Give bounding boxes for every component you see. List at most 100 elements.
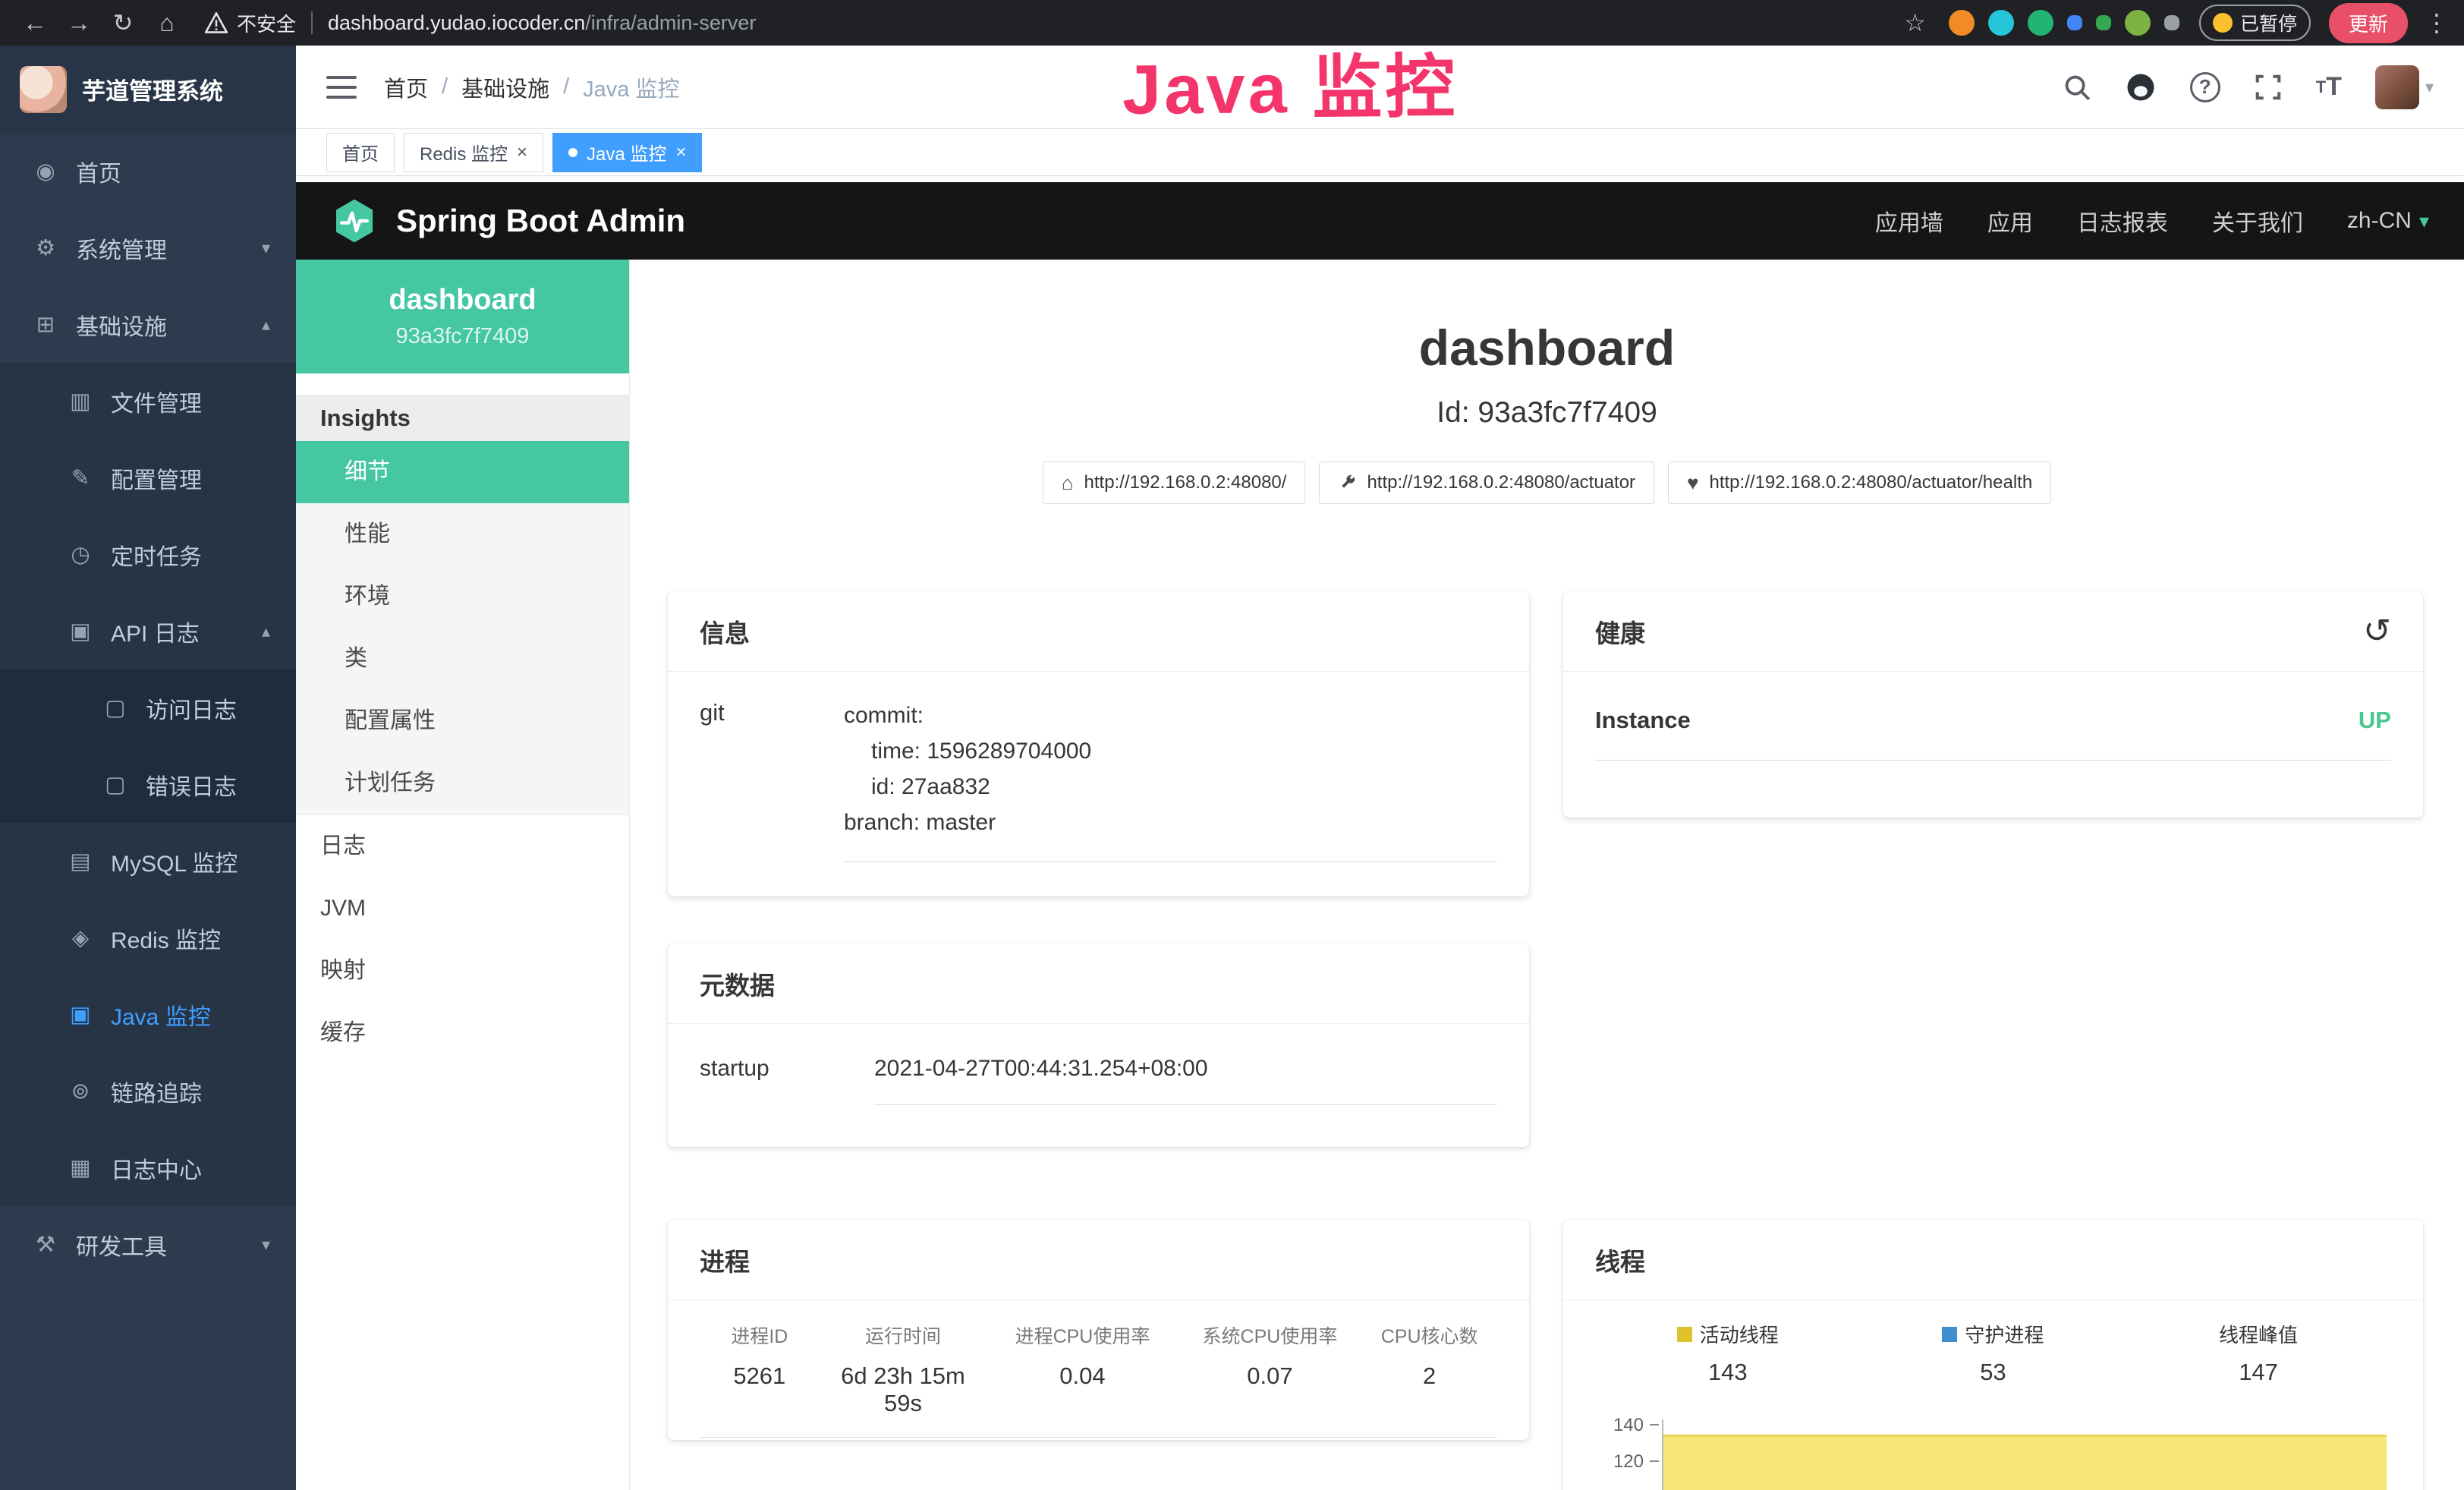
insights-group-label: Insights (296, 395, 629, 441)
sba-menu-caches[interactable]: 缓存 (296, 1002, 629, 1064)
threads-chart: 140 120 100 (1595, 1412, 2391, 1490)
extension-switch-on-icon[interactable] (2096, 15, 2111, 30)
breadcrumb: 首页 / 基础设施 / Java 监控 (384, 71, 679, 103)
log-icon: ▣ (67, 618, 94, 644)
log-center-icon: ▦ (67, 1155, 94, 1181)
sba-nav-about[interactable]: 关于我们 (2212, 204, 2303, 238)
sba-header: Spring Boot Admin 应用墙 应用 日志报表 关于我们 zh-CN… (296, 182, 2464, 260)
forward-icon[interactable]: → (59, 9, 99, 37)
metadata-card-title: 元数据 (668, 943, 1529, 1024)
infrastructure-icon: ⊞ (32, 311, 59, 338)
sba-nav-journal[interactable]: 日志报表 (2077, 204, 2168, 238)
instance-title: dashboard (630, 319, 2464, 376)
sba-menu-jvm[interactable]: JVM (296, 877, 629, 940)
reload-icon[interactable]: ↻ (103, 8, 143, 37)
sba-content: dashboard Id: 93a3fc7f7409 ⌂ http://192.… (630, 260, 2464, 1490)
history-icon[interactable]: ↺ (2363, 615, 2391, 648)
chrome-update-button[interactable]: 更新 (2329, 3, 2408, 43)
wrench-icon (1338, 474, 1356, 492)
extension-leaf-icon[interactable] (2125, 10, 2151, 36)
fullscreen-icon[interactable] (2254, 73, 2283, 102)
sidebar-item-java-monitor[interactable]: ▣ Java 监控 (0, 976, 296, 1053)
sidebar-item-mysql[interactable]: ▤ MySQL 监控 (0, 823, 296, 899)
search-icon[interactable] (2063, 73, 2091, 102)
sidebar-item-system[interactable]: ⚙ 系统管理 ▾ (0, 209, 296, 286)
health-url-link[interactable]: ♥ http://192.168.0.2:48080/actuator/heal… (1668, 461, 2051, 504)
font-size-icon[interactable]: TT (2316, 72, 2342, 102)
threads-card-title: 线程 (1563, 1220, 2423, 1300)
warning-triangle-icon (205, 12, 228, 33)
sidebar-item-api-log[interactable]: ▣ API 日志 ▴ (0, 593, 296, 669)
sidebar-item-access-log[interactable]: ▢ 访问日志 (0, 669, 296, 746)
sidebar-item-home[interactable]: ◉ 首页 (0, 133, 296, 209)
tools-icon: ⚒ (32, 1231, 59, 1258)
sba-brand[interactable]: Spring Boot Admin (331, 197, 685, 244)
tab-redis-monitor[interactable]: Redis 监控 × (404, 133, 543, 172)
sba-menu-details[interactable]: 细节 (296, 441, 629, 503)
sba-menu-environment[interactable]: 环境 (296, 565, 629, 628)
browser-menu-icon[interactable]: ⋮ (2425, 8, 2449, 37)
extension-fox-icon[interactable] (1949, 10, 1975, 36)
edit-icon: ✎ (67, 465, 94, 491)
profile-paused-badge[interactable]: 已暂停 (2199, 5, 2311, 41)
back-icon[interactable]: ← (15, 9, 55, 37)
sidebar-header: 芋道管理系统 (0, 46, 296, 133)
sba-nav-wallboard[interactable]: 应用墙 (1875, 204, 1943, 238)
help-icon[interactable]: ? (2190, 72, 2220, 102)
database-icon: ▤ (67, 848, 94, 874)
page-header: 首页 / 基础设施 / Java 监控 ? (296, 46, 2464, 129)
sidebar-item-infra[interactable]: ⊞ 基础设施 ▴ (0, 286, 296, 363)
extension-drop-icon[interactable] (1988, 10, 2014, 36)
home-icon[interactable]: ⌂ (147, 9, 187, 37)
process-table-values: 5261 6d 23h 15m 59s 0.04 0.07 2 (700, 1362, 1497, 1438)
github-icon[interactable] (2125, 71, 2157, 103)
tab-java-monitor[interactable]: Java 监控 × (552, 133, 702, 172)
instance-id: 93a3fc7f7409 (396, 324, 530, 349)
sidebar-item-config[interactable]: ✎ 配置管理 (0, 439, 296, 516)
sba-menu-logs[interactable]: 日志 (296, 815, 629, 877)
info-card-title: 信息 (668, 591, 1529, 672)
instance-links: ⌂ http://192.168.0.2:48080/ http://192.1… (630, 461, 2464, 504)
access-log-icon: ▢ (102, 695, 129, 721)
sidebar-item-file[interactable]: ▥ 文件管理 (0, 363, 296, 439)
bookmark-star-icon[interactable]: ☆ (1904, 8, 1926, 37)
sba-menu-mappings[interactable]: 映射 (296, 940, 629, 1002)
url-bar[interactable]: dashboard.yudao.iocoder.cn/infra/admin-s… (328, 11, 756, 35)
clock-icon: ◷ (67, 541, 94, 568)
instance-name: dashboard (389, 284, 536, 317)
header-icons: ? TT ▾ (2063, 65, 2434, 109)
sba-nav-applications[interactable]: 应用 (1987, 204, 2033, 238)
gear-icon: ⚙ (32, 235, 59, 261)
security-indicator[interactable]: 不安全 (205, 9, 296, 37)
extensions-row (1949, 10, 2179, 36)
sba-body: dashboard 93a3fc7f7409 Insights 细节 性能 环境… (296, 260, 2464, 1490)
dashboard-icon: ◉ (32, 158, 59, 184)
sba-menu-metrics[interactable]: 性能 (296, 503, 629, 565)
hamburger-icon[interactable] (326, 76, 357, 99)
monitor-icon: ▣ (67, 1001, 94, 1028)
file-icon: ▥ (67, 388, 94, 414)
service-url-link[interactable]: ⌂ http://192.168.0.2:48080/ (1043, 461, 1306, 504)
extension-grid-icon[interactable] (2067, 15, 2082, 30)
sba-menu-classes[interactable]: 类 (296, 628, 629, 690)
sidebar-item-log-center[interactable]: ▦ 日志中心 (0, 1129, 296, 1206)
extension-v-icon[interactable] (2028, 10, 2053, 36)
sba-menu-configprops[interactable]: 配置属性 (296, 690, 629, 752)
info-row-label: git (700, 698, 844, 862)
sidebar-item-job[interactable]: ◷ 定时任务 (0, 516, 296, 593)
extensions-puzzle-icon[interactable] (2164, 15, 2179, 30)
tab-home[interactable]: 首页 (326, 133, 395, 172)
user-avatar[interactable]: ▾ (2375, 65, 2434, 109)
sba-menu-scheduled-tasks[interactable]: 计划任务 (296, 752, 629, 814)
sba-language-select[interactable]: zh-CN ▾ (2347, 208, 2429, 234)
sidebar-item-redis[interactable]: ◈ Redis 监控 (0, 899, 296, 976)
redis-icon: ◈ (67, 925, 94, 951)
close-icon[interactable]: × (675, 142, 686, 163)
actuator-url-link[interactable]: http://192.168.0.2:48080/actuator (1319, 461, 1654, 504)
sidebar-item-trace[interactable]: ⊚ 链路追踪 (0, 1053, 296, 1129)
sidebar-item-error-log[interactable]: ▢ 错误日志 (0, 746, 296, 823)
breadcrumb-infra[interactable]: 基础设施 (461, 71, 549, 103)
breadcrumb-home[interactable]: 首页 (384, 71, 428, 103)
sidebar-item-dev-tools[interactable]: ⚒ 研发工具 ▾ (0, 1206, 296, 1283)
close-icon[interactable]: × (517, 142, 527, 163)
